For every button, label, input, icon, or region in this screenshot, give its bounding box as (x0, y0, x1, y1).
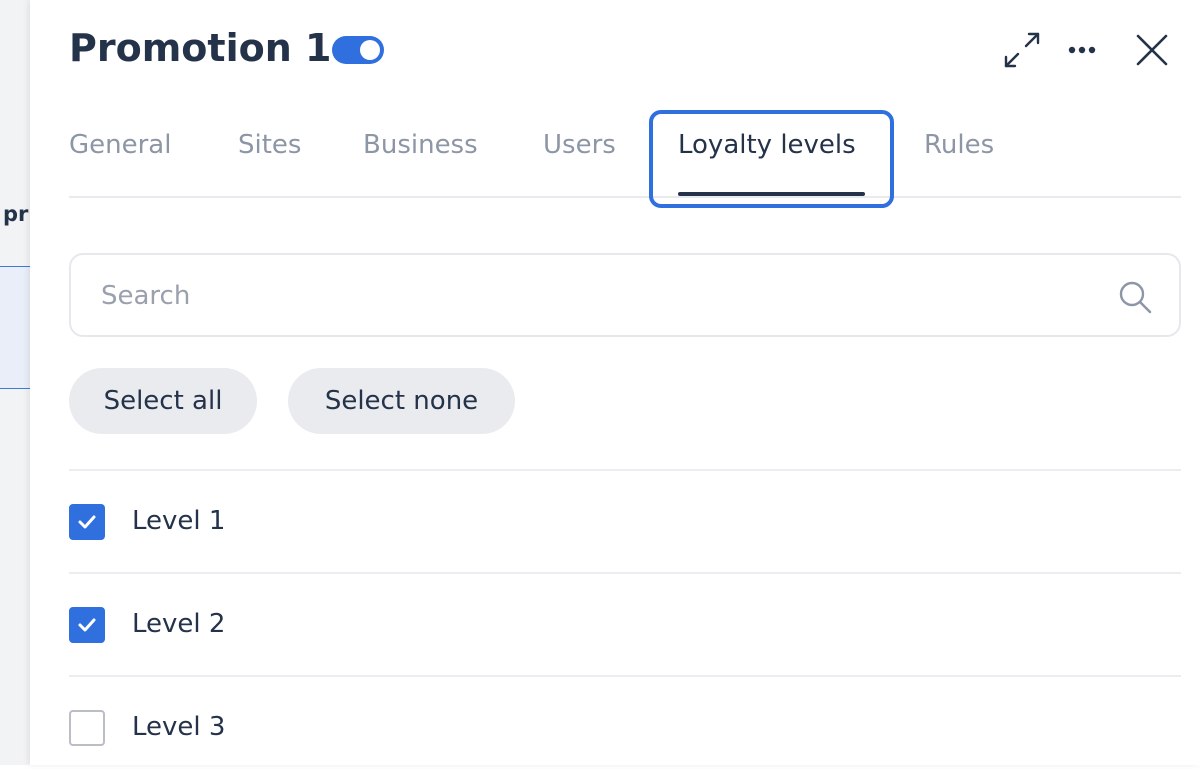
level-label: Level 2 (132, 609, 226, 639)
list-item[interactable]: Level 2 (69, 575, 1181, 675)
background-selected-row[interactable] (0, 267, 30, 388)
list-divider (69, 469, 1181, 471)
tab-general[interactable]: General (69, 130, 171, 160)
expand-icon[interactable] (1000, 28, 1044, 72)
search-box (69, 253, 1181, 337)
select-all-button[interactable]: Select all (69, 368, 257, 434)
active-tab-indicator (678, 192, 865, 196)
tab-bar: General Sites Business Users Loyalty lev… (69, 110, 1181, 208)
check-icon (78, 618, 96, 632)
close-icon[interactable] (1130, 28, 1174, 72)
select-none-button[interactable]: Select none (288, 368, 515, 434)
level-3-checkbox[interactable] (69, 710, 105, 746)
list-item[interactable]: Level 1 (69, 472, 1181, 572)
tab-rules[interactable]: Rules (924, 130, 994, 160)
page-title: Promotion 1 (69, 26, 332, 70)
search-icon[interactable] (1117, 279, 1153, 315)
toggle-knob (360, 40, 380, 60)
background-heading: pr (3, 202, 29, 226)
list-divider (69, 675, 1181, 677)
tab-sites[interactable]: Sites (238, 130, 301, 160)
promotion-drawer: Promotion 1 General Sites Business Users… (30, 0, 1200, 765)
search-input[interactable] (101, 273, 1081, 319)
check-icon (78, 515, 96, 529)
tab-business[interactable]: Business (363, 130, 478, 160)
enabled-toggle[interactable] (332, 36, 384, 64)
tab-loyalty-levels[interactable]: Loyalty levels (678, 130, 856, 160)
background-divider (0, 388, 30, 389)
list-divider (69, 572, 1181, 574)
list-item[interactable]: Level 3 (69, 678, 1181, 778)
background-page: pr (0, 0, 30, 765)
level-label: Level 3 (132, 712, 226, 742)
tab-users[interactable]: Users (543, 130, 616, 160)
level-label: Level 1 (132, 506, 226, 536)
level-1-checkbox[interactable] (69, 504, 105, 540)
level-2-checkbox[interactable] (69, 607, 105, 643)
drawer-header: Promotion 1 (30, 0, 1200, 100)
more-icon[interactable] (1060, 28, 1104, 72)
